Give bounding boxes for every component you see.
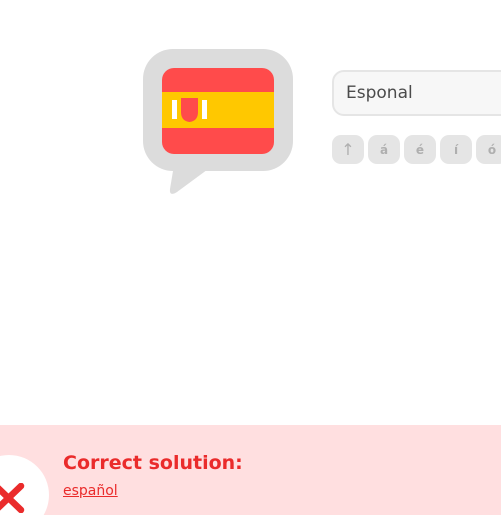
spain-flag-speech-bubble-icon xyxy=(143,49,293,194)
char-key-o-acute[interactable]: ó xyxy=(476,135,501,164)
char-key-e-acute[interactable]: é xyxy=(404,135,436,164)
answer-input[interactable] xyxy=(332,70,501,116)
char-key-i-acute[interactable]: í xyxy=(440,135,472,164)
correct-solution-link[interactable]: español xyxy=(63,483,118,499)
feedback-title: Correct solution: xyxy=(63,452,243,474)
special-characters-row: ↑ á é í ó xyxy=(332,135,501,164)
x-icon xyxy=(0,483,25,513)
char-key-a-acute[interactable]: á xyxy=(368,135,400,164)
feedback-banner: Correct solution: español xyxy=(0,425,501,515)
shift-key-button[interactable]: ↑ xyxy=(332,135,364,164)
exercise-screen: ↑ á é í ó Correct solution: español xyxy=(0,0,501,515)
